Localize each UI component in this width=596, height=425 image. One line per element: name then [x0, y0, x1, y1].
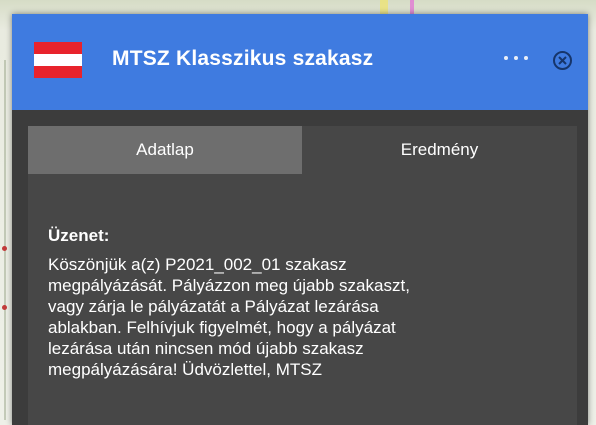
- tab-eredmeny[interactable]: Eredmény: [302, 126, 577, 174]
- popup-panel: Adatlap Eredmény Üzenet: Köszönjük a(z) …: [28, 126, 577, 425]
- message-line: megpályázására! Üdvözlettel, MTSZ: [48, 360, 322, 379]
- more-dot: [514, 56, 518, 60]
- message-label: Üzenet:: [48, 226, 110, 245]
- more-dot: [504, 56, 508, 60]
- info-popup: MTSZ Klasszikus szakasz Adatlap Eredmény…: [12, 14, 588, 425]
- map-line-feature: [4, 60, 6, 420]
- more-dot: [524, 56, 528, 60]
- popup-header: MTSZ Klasszikus szakasz: [12, 14, 588, 110]
- close-x-glyph: [558, 56, 567, 65]
- map-point-marker[interactable]: [2, 305, 7, 310]
- message-text: Köszönjük a(z) P2021_002_01 szakasz megp…: [48, 254, 568, 380]
- message-line: lezárása után nincsen mód újabb szakasz: [48, 339, 364, 358]
- message-line: vagy zárja le pályázatát a Pályázat lezá…: [48, 297, 379, 316]
- tab-adatlap[interactable]: Adatlap: [28, 126, 302, 174]
- map-point-marker[interactable]: [2, 246, 7, 251]
- more-horizontal-icon[interactable]: [504, 48, 528, 68]
- close-circle-icon[interactable]: [553, 51, 572, 70]
- popup-body: Adatlap Eredmény Üzenet: Köszönjük a(z) …: [12, 110, 588, 425]
- map-road-feature: [380, 0, 580, 14]
- popup-title: MTSZ Klasszikus szakasz: [112, 47, 374, 70]
- message-line: ablakban. Felhívjuk figyelmét, hogy a pá…: [48, 318, 396, 337]
- flag-icon: [34, 42, 82, 78]
- message-line: megpályázását. Pályázzon meg újabb szaka…: [48, 276, 410, 295]
- message-section: Üzenet: Köszönjük a(z) P2021_002_01 szak…: [48, 226, 568, 380]
- tab-bar: Adatlap Eredmény: [28, 126, 577, 174]
- message-line: Köszönjük a(z) P2021_002_01 szakasz: [48, 255, 347, 274]
